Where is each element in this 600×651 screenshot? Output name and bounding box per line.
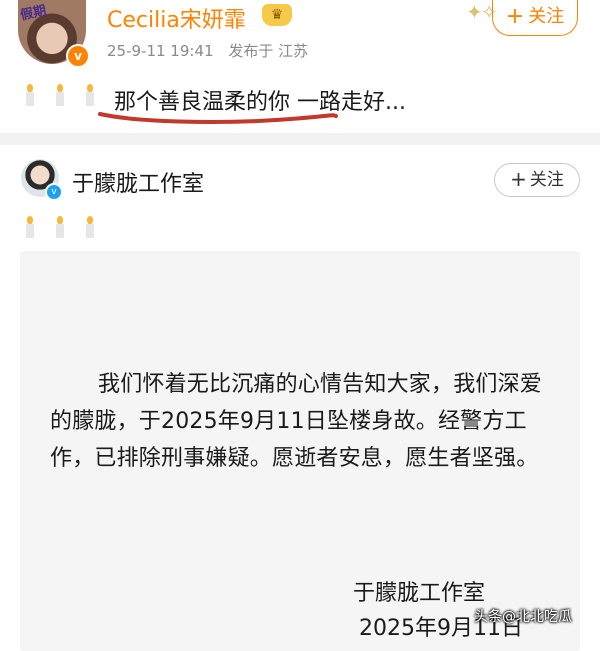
username[interactable]: Cecilia宋妍霏 [107, 2, 246, 34]
candle-icon [26, 216, 34, 238]
verified-badge-icon: v [45, 183, 63, 201]
plus-icon: + [505, 4, 525, 29]
username[interactable]: 于朦胧工作室 [72, 166, 204, 198]
candle-icon [86, 84, 94, 106]
candle-icon [56, 84, 64, 106]
post-location: 发布于 江苏 [228, 42, 309, 60]
statement-text: 我们怀着无比沉痛的心情告知大家，我们深爱的朦胧，于2025年9月11日坠楼身故。… [50, 372, 543, 471]
verified-badge-icon: v [66, 44, 90, 68]
candle-icon [86, 216, 94, 238]
candle-icon [26, 84, 34, 106]
follow-label: 关注 [529, 170, 564, 190]
follow-label: 关注 [528, 6, 565, 27]
post-divider [0, 133, 600, 145]
plus-icon: + [510, 167, 527, 191]
post-time: 25-9-11 19:41 [107, 42, 214, 60]
red-underline-annotation [98, 112, 338, 124]
avatar-sticker-text: 假期 [19, 3, 48, 24]
watermark: 头条@北北吃瓜 [474, 609, 572, 625]
follow-button[interactable]: + 关注 [494, 163, 580, 197]
post-meta: 25-9-11 19:41 发布于 江苏 [107, 40, 318, 61]
crown-icon: ♛ [262, 4, 292, 26]
statement-signature: 于朦胧工作室 [353, 581, 486, 606]
candle-icon [56, 216, 64, 238]
follow-button[interactable]: + 关注 [492, 0, 578, 36]
candle-emojis [26, 216, 116, 242]
